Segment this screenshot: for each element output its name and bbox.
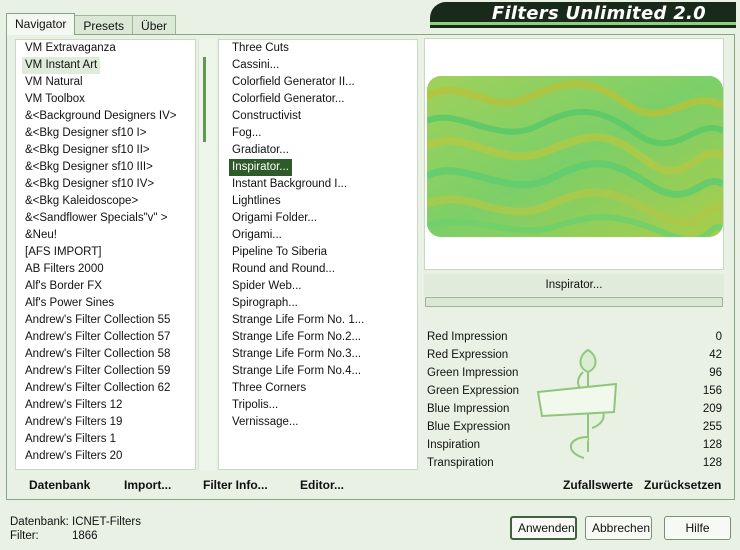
category-list-item[interactable]: Andrew's Filters 20: [22, 448, 125, 465]
filter-list-item[interactable]: Cassini...: [229, 57, 282, 74]
tab-navigator[interactable]: Navigator: [6, 13, 76, 35]
progress-bar: [425, 297, 723, 307]
filter-list-item[interactable]: Strange Life Form No. 1...: [229, 312, 367, 329]
filter-list-item[interactable]: Constructivist: [229, 108, 304, 125]
database-button[interactable]: Datenbank: [29, 478, 90, 492]
category-list-item[interactable]: VM Toolbox: [22, 91, 88, 108]
filter-list[interactable]: Three Cuts Cassini... Colorfield Generator…: [218, 39, 418, 470]
selected-filter-name: Inspirator...: [424, 274, 724, 296]
category-list-item[interactable]: AB Filters 2000: [22, 261, 107, 278]
filter-list-item[interactable]: Strange Life Form No.4...: [229, 363, 364, 380]
category-list-item[interactable]: Andrew's Filter Collection 58: [22, 346, 173, 363]
parameter-value[interactable]: 96: [709, 364, 722, 382]
parameter-value[interactable]: 128: [703, 454, 722, 472]
parameter-name: Green Expression: [427, 385, 520, 397]
filter-list-item[interactable]: Fog...: [229, 125, 264, 142]
cancel-button[interactable]: Abbrechen: [585, 516, 652, 540]
category-list-item[interactable]: VM Instant Art: [22, 57, 101, 74]
filter-list-item[interactable]: Colorfield Generator...: [229, 91, 348, 108]
category-list-item[interactable]: Andrew's Filter Collection 57: [22, 329, 173, 346]
filter-count-value: 1866: [72, 530, 98, 542]
filter-info-button[interactable]: Filter Info...: [203, 478, 268, 492]
parameter-name: Inspiration: [427, 439, 481, 451]
category-list-item[interactable]: Andrew's Filter Collection 59: [22, 363, 173, 380]
filter-list-item[interactable]: Instant Background I...: [229, 176, 350, 193]
category-list-item[interactable]: Andrew's Filter Collection 62: [22, 380, 173, 397]
filter-list-item[interactable]: Round and Round...: [229, 261, 338, 278]
help-button[interactable]: Hilfe: [664, 516, 731, 540]
filter-list-item[interactable]: Strange Life Form No.3...: [229, 346, 364, 363]
preview-image: [427, 76, 723, 237]
parameter-name: Transpiration: [427, 457, 494, 469]
category-list-scrollbar[interactable]: [198, 39, 216, 470]
category-list-item[interactable]: [AFS IMPORT]: [22, 244, 104, 261]
category-list-item[interactable]: VM Extravaganza: [22, 40, 119, 57]
title-banner: Filters Unlimited 2.0: [430, 2, 736, 28]
filter-list-item[interactable]: Spider Web...: [229, 278, 304, 295]
filter-list-item[interactable]: Origami...: [229, 227, 285, 244]
category-list-item[interactable]: &<Background Designers IV>: [22, 108, 180, 125]
category-list-item[interactable]: Alf's Border FX: [22, 278, 105, 295]
parameter-value[interactable]: 0: [716, 328, 722, 346]
category-list-item[interactable]: Alf's Power Sines: [22, 295, 117, 312]
filter-list-item[interactable]: Lightlines: [229, 193, 284, 210]
category-list-item[interactable]: Andrew's Filters 12: [22, 397, 125, 414]
tab-uber[interactable]: Über: [132, 15, 177, 35]
category-list[interactable]: VM Extravaganza VM Instant Art VM Natural V…: [15, 39, 196, 470]
apply-button[interactable]: Anwenden: [510, 516, 577, 540]
import-button[interactable]: Import...: [124, 478, 171, 492]
filter-list-item[interactable]: Spirograph...: [229, 295, 301, 312]
filter-list-item[interactable]: Inspirator...: [229, 159, 292, 176]
parameter-name: Blue Expression: [427, 421, 511, 433]
category-list-item[interactable]: &<Bkg Designer sf10 IV>: [22, 176, 157, 193]
filter-list-item[interactable]: Origami Folder...: [229, 210, 320, 227]
parameter-value[interactable]: 156: [703, 382, 722, 400]
category-list-item[interactable]: Andrew's Filters 1: [22, 431, 119, 448]
category-list-item[interactable]: &<Bkg Designer sf10 II>: [22, 142, 153, 159]
category-list-item[interactable]: &<Bkg Designer sf10 III>: [22, 159, 156, 176]
watermark-logo: [528, 342, 628, 468]
parameter-value[interactable]: 128: [703, 436, 722, 454]
parameter-name: Blue Impression: [427, 403, 510, 415]
database-value: ICNET-Filters: [72, 516, 141, 528]
filter-list-item[interactable]: Colorfield Generator II...: [229, 74, 358, 91]
category-list-item[interactable]: &<Bkg Designer sf10 I>: [22, 125, 149, 142]
tab-presets[interactable]: Presets: [74, 15, 134, 35]
filter-count-label: Filter:: [10, 530, 39, 542]
database-label: Datenbank:: [10, 516, 69, 528]
editor-button[interactable]: Editor...: [300, 478, 344, 492]
parameter-name: Red Impression: [427, 331, 508, 343]
category-list-item[interactable]: Andrew's Filter Collection 55: [22, 312, 173, 329]
filter-list-item[interactable]: Tripolis...: [229, 397, 281, 414]
category-list-item[interactable]: &<Bkg Kaleidoscope>: [22, 193, 141, 210]
random-values-button[interactable]: Zufallswerte: [563, 478, 633, 492]
category-list-item[interactable]: &<Sandflower Specials"v" >: [22, 210, 170, 227]
reset-button[interactable]: Zurücksetzen: [644, 478, 721, 492]
filter-list-item[interactable]: Three Corners: [229, 380, 309, 397]
category-list-item[interactable]: Andrew's Filters 19: [22, 414, 125, 431]
filter-list-item[interactable]: Gradiator...: [229, 142, 292, 159]
parameter-value[interactable]: 255: [703, 418, 722, 436]
parameter-name: Green Impression: [427, 367, 519, 379]
filter-list-item[interactable]: Strange Life Form No.2...: [229, 329, 364, 346]
category-list-scroll-thumb[interactable]: [203, 57, 206, 142]
filter-list-item[interactable]: Vernissage...: [229, 414, 301, 431]
filter-list-item[interactable]: Pipeline To Siberia: [229, 244, 330, 261]
parameter-value[interactable]: 209: [703, 400, 722, 418]
category-list-item[interactable]: VM Natural: [22, 74, 86, 91]
parameter-value[interactable]: 42: [709, 346, 722, 364]
app-title: Filters Unlimited 2.0: [491, 3, 706, 24]
filter-list-item[interactable]: Three Cuts: [229, 40, 292, 57]
category-list-item[interactable]: &Neu!: [22, 227, 60, 244]
tab-bar: Navigator Presets Über: [6, 13, 177, 35]
parameter-name: Red Expression: [427, 349, 509, 361]
